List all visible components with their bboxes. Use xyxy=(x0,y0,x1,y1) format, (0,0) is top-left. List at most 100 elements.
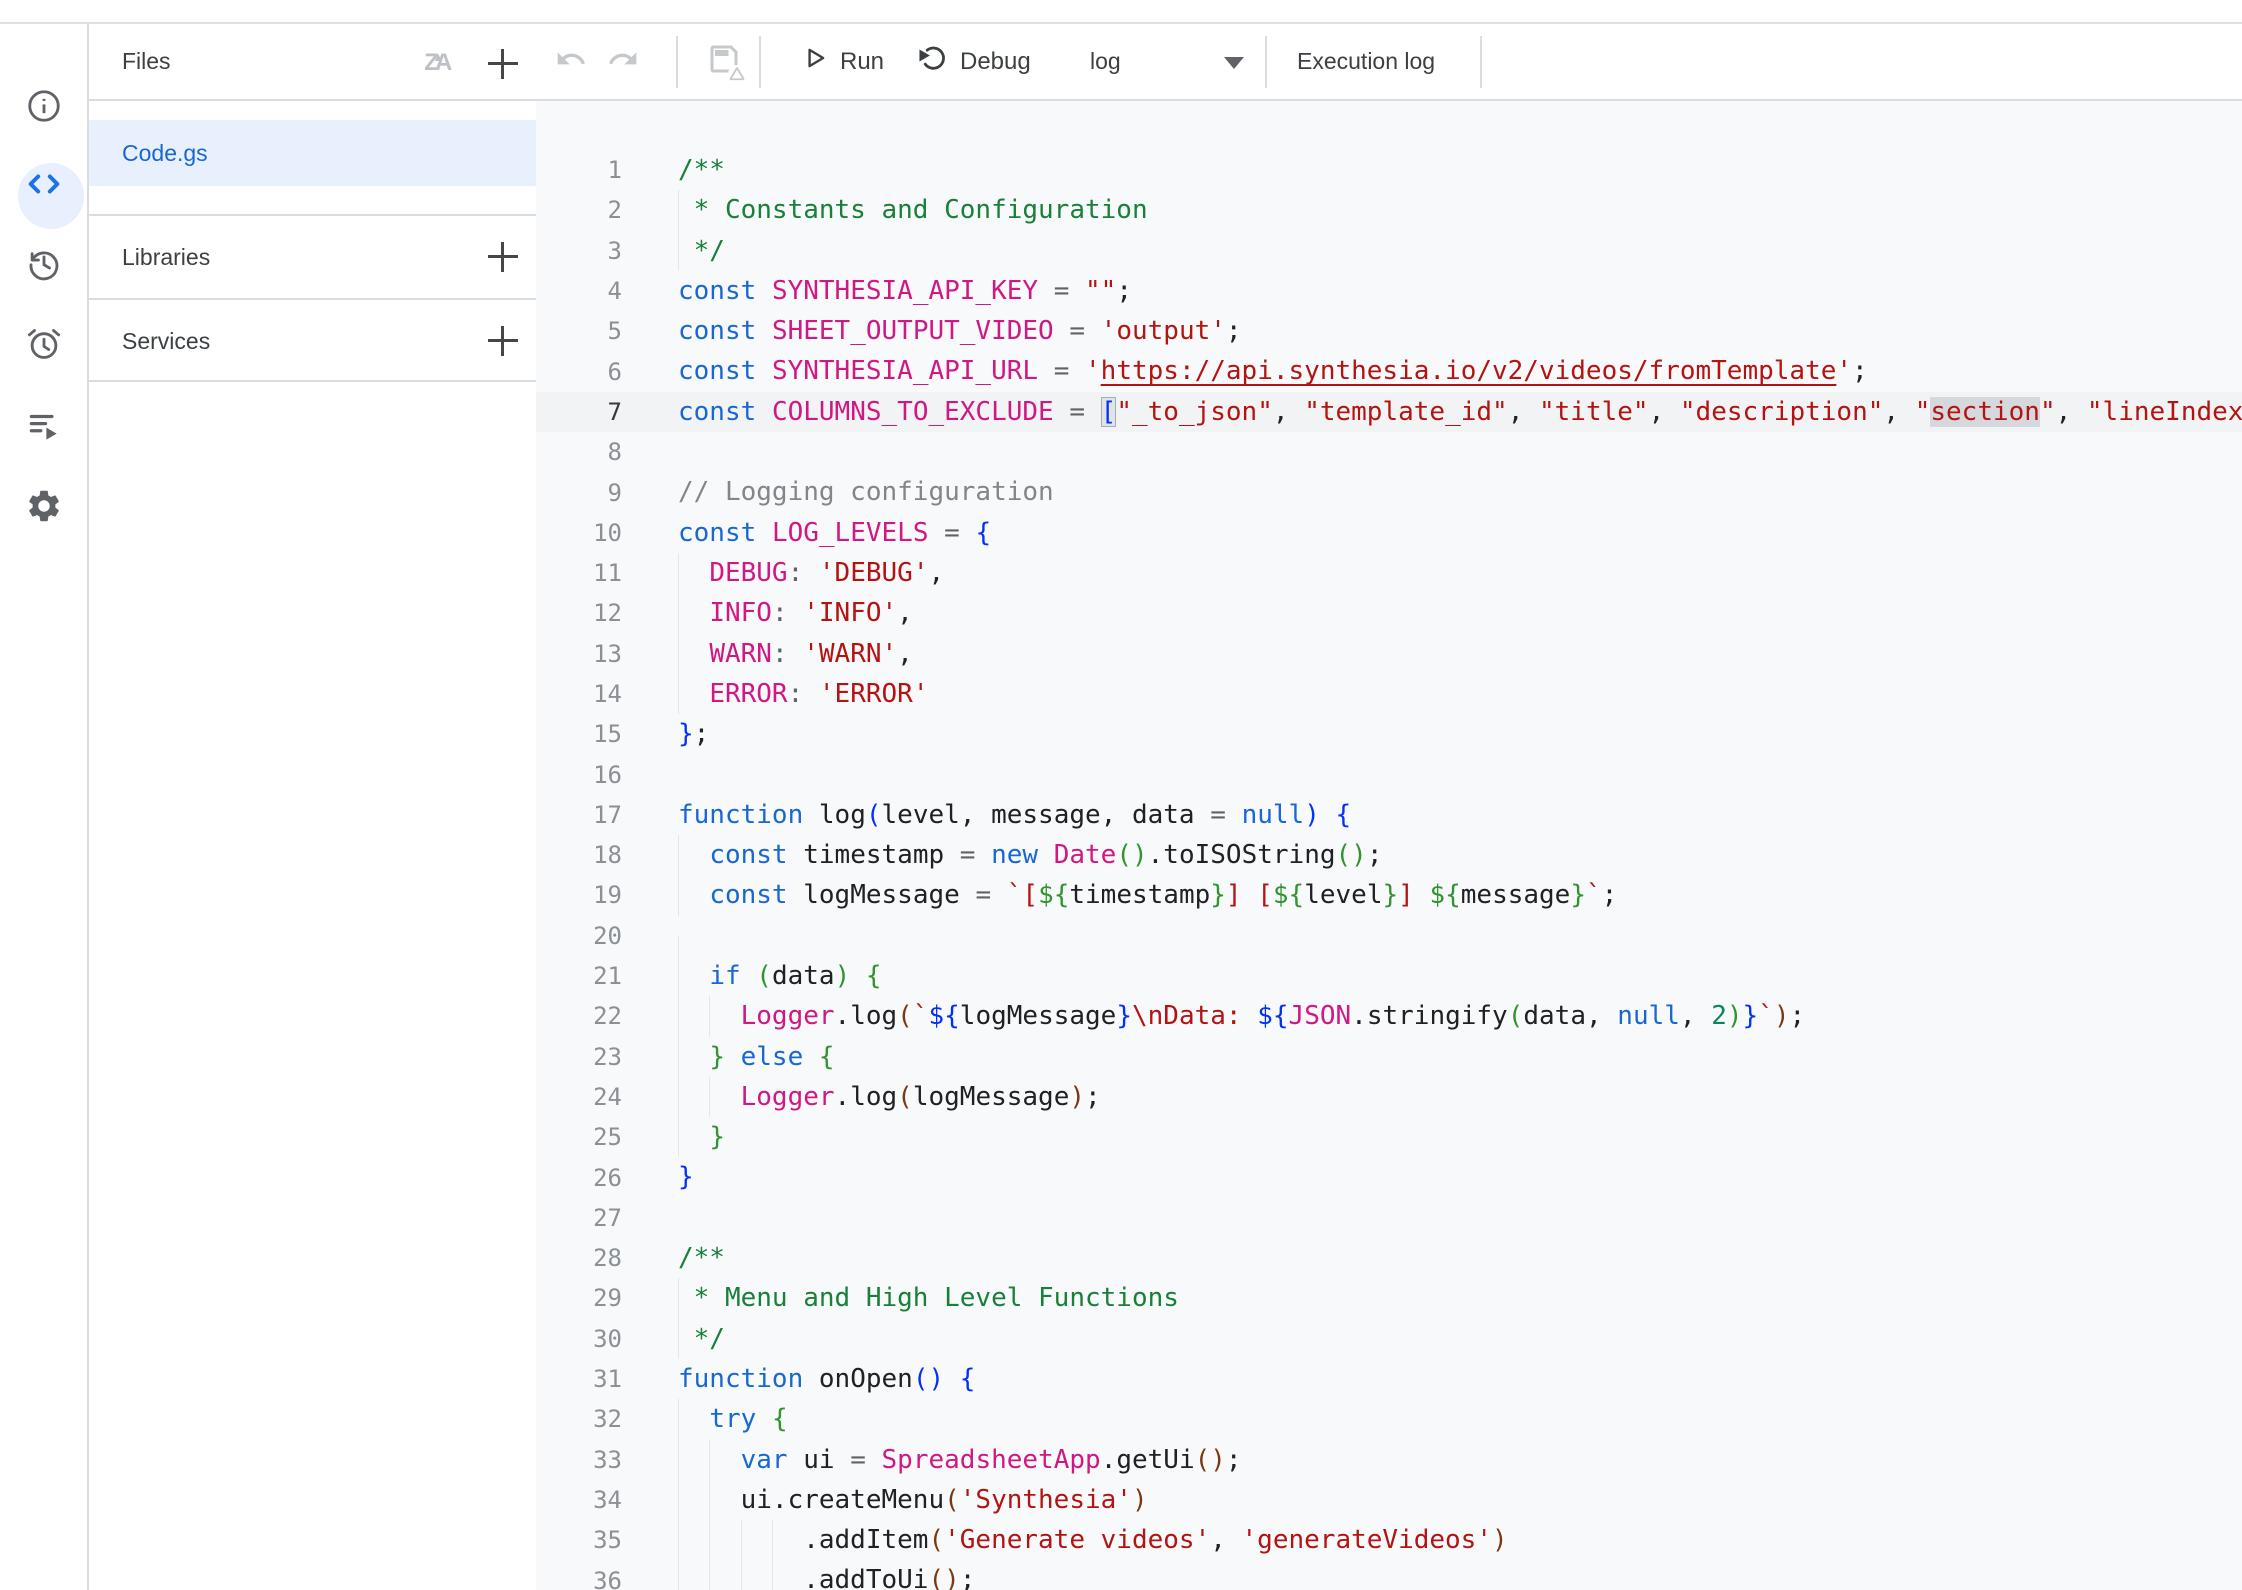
code-line[interactable]: 8 xyxy=(536,432,2242,472)
panel-divider xyxy=(89,380,536,382)
sidebar-item-project-history[interactable] xyxy=(0,232,87,296)
indent-guide xyxy=(709,1440,710,1480)
save-button[interactable] xyxy=(696,32,752,90)
code-line[interactable]: 34 ui.createMenu('Synthesia') xyxy=(536,1480,2242,1520)
code-editor[interactable]: 1/**2 * Constants and Configuration3 */4… xyxy=(536,101,2242,1590)
code-line[interactable]: 15}; xyxy=(536,714,2242,754)
files-panel: Files A▲.Z Code.gs Libraries Services xyxy=(89,24,536,1590)
execution-log-label: Execution log xyxy=(1297,48,1435,75)
code-line[interactable]: 17function log(level, message, data = nu… xyxy=(536,795,2242,835)
line-number: 34 xyxy=(536,1486,622,1514)
line-number: 31 xyxy=(536,1365,622,1393)
files-panel-title: Files xyxy=(122,24,171,99)
execution-log-button[interactable]: Execution log xyxy=(1297,24,1435,99)
indent-guide xyxy=(678,1278,679,1318)
code-line[interactable]: 36 .addToUi(); xyxy=(536,1560,2242,1590)
line-number: 15 xyxy=(536,720,622,748)
code-line[interactable]: 27 xyxy=(536,1198,2242,1238)
add-file-button[interactable] xyxy=(477,38,529,90)
libraries-section[interactable]: Libraries xyxy=(89,216,536,298)
line-number: 5 xyxy=(536,317,622,345)
indent-guide xyxy=(678,1077,679,1117)
code-line-text: /** xyxy=(678,1238,725,1278)
code-line[interactable]: 3 */ xyxy=(536,231,2242,271)
code-line-text: const timestamp = new Date().toISOString… xyxy=(678,835,1382,875)
code-line[interactable]: 19 const logMessage = `[${timestamp}] [$… xyxy=(536,875,2242,915)
sidebar-item-editor[interactable] xyxy=(0,152,87,216)
code-line[interactable]: 25 } xyxy=(536,1117,2242,1157)
code-line-text: const COLUMNS_TO_EXCLUDE = ["_to_json", … xyxy=(678,392,2242,432)
save-icon xyxy=(706,41,742,82)
alarm-icon xyxy=(25,325,63,363)
code-line-text: DEBUG: 'DEBUG', xyxy=(678,553,944,593)
code-line[interactable]: 18 const timestamp = new Date().toISOStr… xyxy=(536,835,2242,875)
code-line[interactable]: 5const SHEET_OUTPUT_VIDEO = 'output'; xyxy=(536,311,2242,351)
undo-icon xyxy=(555,43,587,80)
undo-button[interactable] xyxy=(543,32,599,90)
indent-guide xyxy=(678,1440,679,1480)
code-line[interactable]: 16 xyxy=(536,754,2242,794)
indent-guide xyxy=(709,1520,710,1560)
code-line[interactable]: 22 Logger.log(`${logMessage}\nData: ${JS… xyxy=(536,996,2242,1036)
code-line[interactable]: 29 * Menu and High Level Functions xyxy=(536,1278,2242,1318)
code-line[interactable]: 13 WARN: 'WARN', xyxy=(536,634,2242,674)
indent-guide xyxy=(678,593,679,633)
services-section[interactable]: Services xyxy=(89,300,536,382)
code-line[interactable]: 7const COLUMNS_TO_EXCLUDE = ["_to_json",… xyxy=(536,392,2242,432)
file-item-code-gs[interactable]: Code.gs xyxy=(89,120,536,186)
code-line-text: } xyxy=(678,1117,725,1157)
code-line-text: try { xyxy=(678,1399,788,1439)
run-button[interactable]: Run xyxy=(802,24,884,99)
line-number: 23 xyxy=(536,1043,622,1071)
gear-icon xyxy=(25,487,63,525)
code-line[interactable]: 12 INFO: 'INFO', xyxy=(536,593,2242,633)
code-line-text: WARN: 'WARN', xyxy=(678,634,913,674)
code-line[interactable]: 26} xyxy=(536,1157,2242,1197)
add-library-button[interactable] xyxy=(477,231,529,283)
indent-guide xyxy=(678,1520,679,1560)
code-line[interactable]: 24 Logger.log(logMessage); xyxy=(536,1077,2242,1117)
code-line[interactable]: 4const SYNTHESIA_API_KEY = ""; xyxy=(536,271,2242,311)
line-number: 12 xyxy=(536,599,622,627)
sidebar-item-executions[interactable] xyxy=(0,394,87,458)
code-line[interactable]: 23 } else { xyxy=(536,1037,2242,1077)
code-line[interactable]: 30 */ xyxy=(536,1319,2242,1359)
history-icon xyxy=(25,245,63,283)
indent-guide xyxy=(678,190,679,230)
code-line-text: .addToUi(); xyxy=(678,1560,975,1590)
line-number: 32 xyxy=(536,1405,622,1433)
line-number: 3 xyxy=(536,237,622,265)
code-line[interactable]: 14 ERROR: 'ERROR' xyxy=(536,674,2242,714)
code-lines-container: 1/**2 * Constants and Configuration3 */4… xyxy=(536,150,2242,1590)
indent-guide xyxy=(709,1560,710,1590)
code-line[interactable]: 10const LOG_LEVELS = { xyxy=(536,513,2242,553)
code-line[interactable]: 11 DEBUG: 'DEBUG', xyxy=(536,553,2242,593)
add-service-button[interactable] xyxy=(477,315,529,367)
sidebar-item-settings[interactable] xyxy=(0,474,87,538)
code-line-text: } xyxy=(678,1157,694,1197)
redo-button[interactable] xyxy=(595,32,651,90)
indent-guide xyxy=(678,1117,679,1157)
window-top-strip xyxy=(0,0,2242,22)
code-line[interactable]: 33 var ui = SpreadsheetApp.getUi(); xyxy=(536,1440,2242,1480)
code-line-text: }; xyxy=(678,714,709,754)
line-number: 19 xyxy=(536,881,622,909)
code-line[interactable]: 21 if (data) { xyxy=(536,956,2242,996)
sidebar-item-overview[interactable] xyxy=(0,74,87,138)
code-line[interactable]: 28/** xyxy=(536,1238,2242,1278)
sidebar-item-triggers[interactable] xyxy=(0,312,87,376)
sort-files-icon[interactable]: A▲.Z xyxy=(407,40,467,86)
code-line[interactable]: 1/** xyxy=(536,150,2242,190)
code-line[interactable]: 6const SYNTHESIA_API_URL = 'https://api.… xyxy=(536,351,2242,391)
code-line[interactable]: 2 * Constants and Configuration xyxy=(536,190,2242,230)
code-line[interactable]: 32 try { xyxy=(536,1399,2242,1439)
indent-guide xyxy=(678,835,679,875)
chevron-down-icon[interactable] xyxy=(1224,57,1244,69)
code-line[interactable]: 31function onOpen() { xyxy=(536,1359,2242,1399)
code-line[interactable]: 9// Logging configuration xyxy=(536,472,2242,512)
indent-guide xyxy=(678,1037,679,1077)
code-line[interactable]: 20 xyxy=(536,916,2242,956)
line-number: 4 xyxy=(536,277,622,305)
code-line[interactable]: 35 .addItem('Generate videos', 'generate… xyxy=(536,1520,2242,1560)
debug-button[interactable]: Debug xyxy=(916,24,1031,99)
